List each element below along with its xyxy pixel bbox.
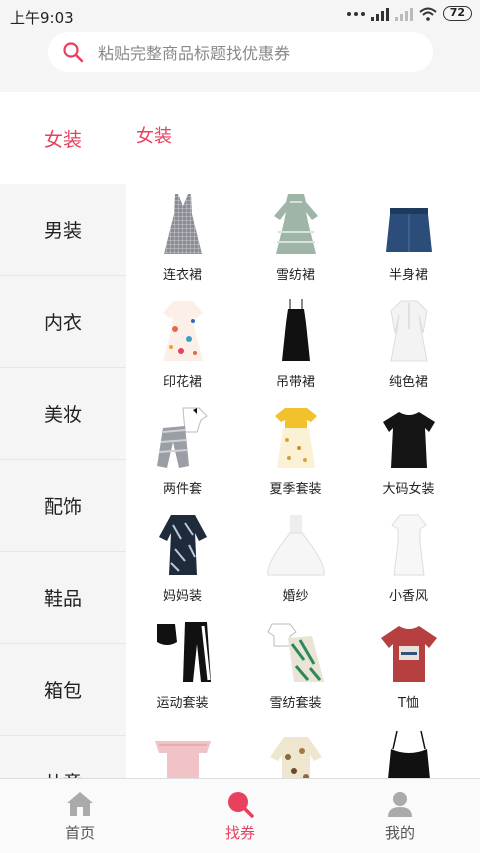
subcategory-label: 运动套装 (156, 696, 209, 711)
battery-icon: 72 (442, 6, 472, 21)
sidebar-item-kids[interactable]: 儿童 (0, 736, 126, 778)
subcategory-item[interactable]: 连衣裙 (126, 190, 239, 297)
subcategory-item[interactable]: 雪纺裙 (239, 190, 352, 297)
camisole-image (374, 725, 444, 778)
wifi-icon (419, 7, 437, 21)
tshirt-image (374, 618, 444, 684)
profile-icon (388, 791, 412, 817)
chiffon-dress-image (261, 190, 331, 256)
home-icon (67, 791, 93, 816)
subcategory-label: 婚纱 (282, 589, 309, 604)
subcategory-item[interactable]: 小香风 (352, 511, 465, 618)
white-dress-image (374, 511, 444, 577)
sidebar-item-accessories[interactable]: 配饰 (0, 460, 126, 552)
tab-profile[interactable]: 我的 (320, 779, 480, 853)
subcategory-item[interactable]: 夏季套装 (239, 404, 352, 511)
chiffon-set-image (261, 618, 331, 684)
subcategory-label: T恤 (398, 696, 419, 711)
search-placeholder[interactable]: 粘贴完整商品标题找优惠券 (98, 40, 290, 64)
subcategory-label: 夏季套装 (269, 482, 322, 497)
subcategory-label: 连衣裙 (162, 268, 202, 283)
sidebar-item-bags[interactable]: 箱包 (0, 644, 126, 736)
plus-size-tee-image (374, 404, 444, 470)
category-sidebar: 女装 男装 内衣 美妆 配饰 鞋品 箱包 儿童 (0, 92, 126, 778)
denim-skirt-image (374, 190, 444, 256)
printed-dress-image (148, 297, 218, 363)
tab-label: 找券 (224, 823, 255, 842)
bottom-nav: 首页 找券 我的 (0, 778, 480, 853)
coupon-search-icon (228, 791, 254, 818)
slip-dress-image (261, 297, 331, 363)
sidebar-item-womens[interactable]: 女装 (0, 92, 126, 184)
mom-wear-image (148, 511, 218, 577)
subcategory-item[interactable]: 半身裙 (352, 190, 465, 297)
tab-coupon[interactable]: 找券 (160, 779, 320, 853)
search-icon (62, 41, 84, 63)
subcategory-item[interactable]: 妈妈装 (126, 511, 239, 618)
subcategory-label: 印花裙 (162, 375, 202, 390)
two-piece-image (148, 404, 218, 470)
offshoulder-top-image (148, 725, 218, 778)
subcategory-label: 大码女装 (382, 482, 435, 497)
subcategory-item[interactable] (126, 725, 239, 778)
plaid-dress-image (148, 190, 218, 256)
subcategory-item[interactable]: 大码女装 (352, 404, 465, 511)
tab-label: 首页 (64, 823, 95, 842)
subcategory-label: 雪纺裙 (275, 268, 315, 283)
subcategory-label: 纯色裙 (388, 375, 428, 390)
subcategory-label: 两件套 (162, 482, 202, 497)
subcategory-item[interactable]: 婚纱 (239, 511, 352, 618)
sidebar-item-mens[interactable]: 男装 (0, 184, 126, 276)
status-icons: 72 (346, 6, 472, 21)
section-title: 女装 (136, 126, 172, 147)
subcategory-label: 妈妈装 (162, 589, 202, 604)
category-content: 女装 连衣裙 雪纺裙 半身裙 印花裙 吊带裙 纯色裙 两件套 夏季套装 大码女装… (126, 92, 480, 778)
subcategory-label: 半身裙 (388, 268, 428, 283)
subcategory-item[interactable]: 印花裙 (126, 297, 239, 404)
sport-set-image (148, 618, 218, 684)
signal-icon (370, 7, 389, 21)
search-bar[interactable]: 粘贴完整商品标题找优惠券 (48, 32, 433, 72)
tab-label: 我的 (384, 823, 415, 842)
subcategory-item[interactable] (352, 725, 465, 778)
subcategory-item[interactable]: 雪纺套装 (239, 618, 352, 725)
signal-dim-icon (394, 7, 413, 21)
wedding-dress-image (261, 511, 331, 577)
status-bar: 上午9:03 72 (0, 0, 480, 32)
subcategory-item[interactable] (239, 725, 352, 778)
subcategory-grid: 连衣裙 雪纺裙 半身裙 印花裙 吊带裙 纯色裙 两件套 夏季套装 大码女装 妈妈… (126, 190, 480, 778)
more-dots-icon (346, 11, 365, 16)
subcategory-label: 雪纺套装 (269, 696, 322, 711)
floral-blouse-image (261, 725, 331, 778)
sidebar-item-beauty[interactable]: 美妆 (0, 368, 126, 460)
solid-dress-image (374, 297, 444, 363)
status-time: 上午9:03 (10, 9, 74, 27)
sidebar-item-underwear[interactable]: 内衣 (0, 276, 126, 368)
subcategory-label: 吊带裙 (275, 375, 315, 390)
sidebar-item-shoes[interactable]: 鞋品 (0, 552, 126, 644)
tab-home[interactable]: 首页 (0, 779, 160, 853)
subcategory-item[interactable]: 运动套装 (126, 618, 239, 725)
summer-set-image (261, 404, 331, 470)
subcategory-label: 小香风 (388, 589, 428, 604)
subcategory-item[interactable]: 纯色裙 (352, 297, 465, 404)
subcategory-item[interactable]: T恤 (352, 618, 465, 725)
subcategory-item[interactable]: 两件套 (126, 404, 239, 511)
subcategory-item[interactable]: 吊带裙 (239, 297, 352, 404)
